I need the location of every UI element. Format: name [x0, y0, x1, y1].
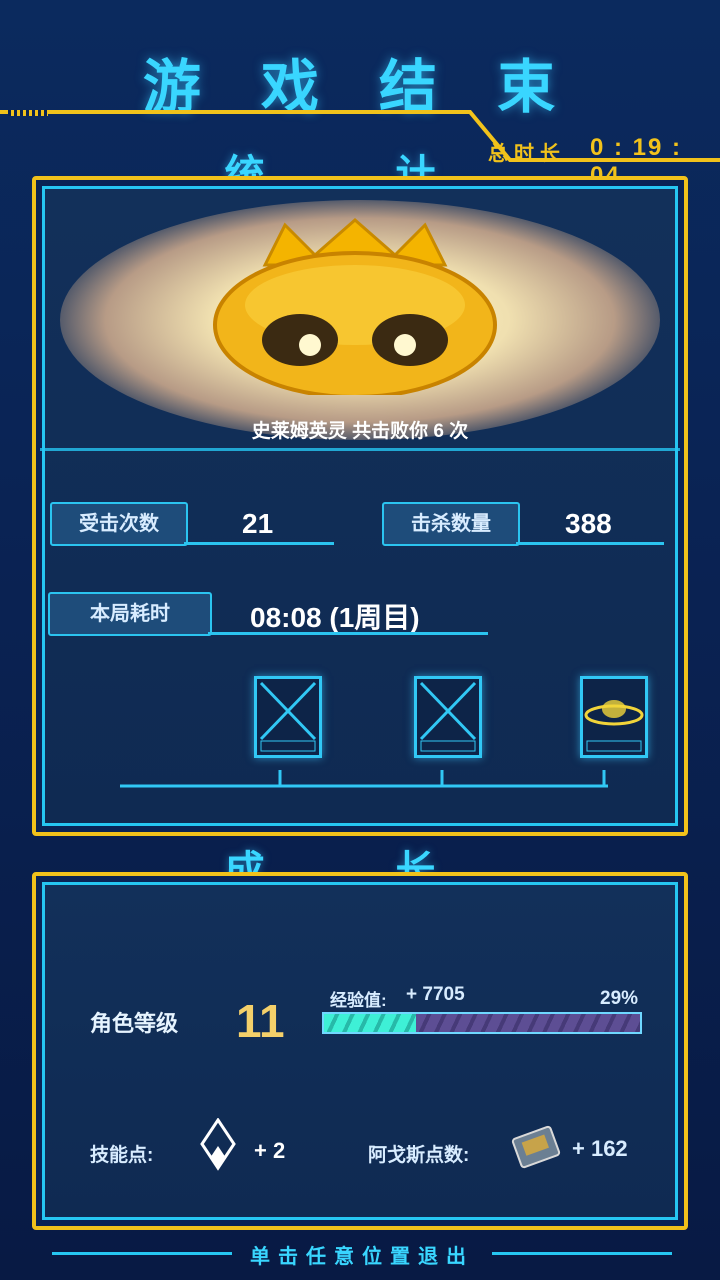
run-time-label: 本局耗时	[48, 592, 212, 636]
exit-hint[interactable]: 单击任意位置退出	[250, 1240, 474, 1269]
crossed-card-icon	[419, 681, 477, 752]
exp-percent: 29%	[600, 988, 639, 1009]
hits-taken-label: 受击次数	[50, 502, 188, 546]
relic-card-3[interactable]	[580, 676, 648, 758]
card-connector-line	[120, 770, 608, 788]
level-value: 11	[236, 995, 285, 1047]
exp-label: 经验值:	[330, 991, 387, 1010]
hits-taken-value: 21	[242, 508, 274, 539]
skill-points-value: + 2	[254, 1138, 286, 1163]
exp-progress-bar	[322, 1012, 642, 1034]
kills-underline	[516, 542, 664, 545]
run-time-underline	[208, 632, 488, 635]
exp-progress-remaining	[415, 1014, 640, 1032]
kills-value: 388	[565, 508, 612, 539]
growth-panel	[32, 872, 688, 1230]
ufo-card-icon	[584, 700, 644, 752]
argos-points-label: 阿戈斯点数:	[368, 1145, 470, 1166]
argos-points-value: + 162	[572, 1136, 628, 1161]
kills-label: 击杀数量	[382, 502, 520, 546]
header-divider	[0, 110, 440, 114]
slime-boss-icon	[213, 218, 497, 395]
skill-points-label: 技能点:	[90, 1145, 154, 1166]
relic-card-1[interactable]	[254, 676, 322, 758]
header-dots	[8, 110, 48, 116]
hits-taken-underline	[184, 542, 334, 545]
level-label: 角色等级	[90, 1011, 179, 1036]
exp-progress-fill	[324, 1014, 416, 1032]
stats-divider	[40, 448, 680, 451]
boss-defeat-text: 史莱姆英灵 共击败你 6 次	[251, 421, 469, 442]
footer-line-right	[492, 1252, 672, 1255]
relic-card-2[interactable]	[414, 676, 482, 758]
run-time-value: 08:08 (1周目)	[250, 602, 420, 633]
argos-chip-icon	[511, 1125, 561, 1169]
skill-crystal-icon	[200, 1118, 236, 1171]
crossed-card-icon	[259, 681, 317, 752]
footer-line-left	[52, 1252, 232, 1255]
exp-gain-value: + 7705	[406, 984, 465, 1005]
